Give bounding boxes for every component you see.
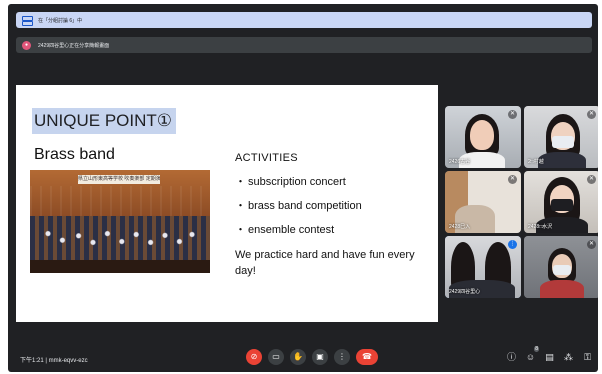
info-icon[interactable]: ⓘ <box>506 352 517 363</box>
participant-tile[interactable]: ✕ 2□村越 <box>524 106 598 168</box>
photo-stage-banner: 県立山形東高等学校 吹奏楽部 定期演奏会 <box>78 175 160 184</box>
pinned-banner-text: 在「分組討論 6」中 <box>38 17 83 24</box>
pinned-banner[interactable]: 在「分組討論 6」中 <box>16 12 592 28</box>
people-icon[interactable]: ☺ 8 <box>525 346 539 363</box>
participant-name: 2429四谷里心 <box>449 289 481 295</box>
photo-band-members <box>30 216 210 260</box>
side-tools: ⓘ ☺ 8 ▤ ⁂ ⚿ <box>506 346 593 363</box>
host-controls-icon[interactable]: ⚿ <box>582 352 593 363</box>
participant-tile[interactable]: ✕ <box>524 236 598 298</box>
participant-grid: ✕ 2426古谷 ✕ 2□村越 ✕ 2428巳入 ✕ 2428□水沢 ⋮ 242… <box>445 106 598 306</box>
meeting-info: 下午1:21 | mmk-eqvv-ezc <box>20 355 88 364</box>
present-icon[interactable]: ▣ <box>312 349 328 365</box>
mic-off-icon: ✕ <box>587 240 596 249</box>
participant-name: 2□村越 <box>528 159 544 165</box>
brass-band-concert-photo: 県立山形東高等学校 吹奏楽部 定期演奏会 <box>30 170 210 273</box>
participant-name: 2428□水沢 <box>528 224 553 230</box>
speaking-indicator-icon: ⋮ <box>508 240 517 249</box>
activity-item: brass band competition <box>235 199 362 223</box>
participant-mask <box>552 136 574 148</box>
participant-mask <box>553 265 571 275</box>
more-options-icon[interactable]: ⋮ <box>334 349 350 365</box>
call-controls: ⊘ ▭ ✋ ▣ ⋮ ☎ <box>246 349 378 365</box>
end-call-icon[interactable]: ☎ <box>356 349 378 365</box>
meet-window: 在「分組討論 6」中 ● 2429四谷里心正在分享簡報畫面 UNIQUE POI… <box>8 4 598 372</box>
slide-title: UNIQUE POINT① <box>32 108 177 134</box>
participant-tile-active-speaker[interactable]: ⋮ 2429四谷里心 <box>445 236 521 298</box>
mic-off-icon: ✕ <box>508 110 517 119</box>
mic-off-icon[interactable]: ⊘ <box>246 349 262 365</box>
presenting-banner-text: 2429四谷里心正在分享簡報畫面 <box>38 42 110 49</box>
people-count-badge: 8 <box>534 346 539 352</box>
footer-separator: | <box>45 358 47 364</box>
slide-note: We practice hard and have fun every day! <box>235 249 415 277</box>
participant-name: 2428巳入 <box>449 224 471 230</box>
participant-body <box>538 152 586 168</box>
camera-icon[interactable]: ▭ <box>268 349 284 365</box>
activities-list: subscription concert brass band competit… <box>235 175 362 247</box>
photo-stage-wall <box>30 186 210 216</box>
participant-body <box>540 280 584 298</box>
chat-icon[interactable]: ▤ <box>544 352 555 363</box>
participant-face <box>470 120 494 150</box>
raise-hand-icon[interactable]: ✋ <box>290 349 306 365</box>
participant-mask <box>551 199 573 211</box>
activities-icon[interactable]: ⁂ <box>563 352 574 363</box>
presenter-avatar: ● <box>22 40 31 50</box>
mic-off-icon: ✕ <box>587 110 596 119</box>
shared-slide: UNIQUE POINT① Brass band 県立山形東高等学校 吹奏楽部 … <box>16 85 438 322</box>
participant-tile[interactable]: ✕ 2426古谷 <box>445 106 521 168</box>
mic-off-icon: ✕ <box>508 175 517 184</box>
participant-name: 2426古谷 <box>449 159 471 165</box>
presenting-banner[interactable]: ● 2429四谷里心正在分享簡報畫面 <box>16 37 592 53</box>
photo-stage-floor <box>30 260 210 273</box>
activity-item: subscription concert <box>235 175 362 199</box>
meeting-code[interactable]: mmk-eqvv-ezc <box>49 358 88 364</box>
current-time: 下午1:21 <box>20 358 44 364</box>
slide-subtitle: Brass band <box>34 146 115 163</box>
participant-tile[interactable]: ✕ 2428□水沢 <box>524 171 598 233</box>
mic-off-icon: ✕ <box>587 175 596 184</box>
activity-item: ensemble contest <box>235 223 362 247</box>
activities-heading: ACTIVITIES <box>235 152 298 164</box>
pin-icon <box>22 16 33 26</box>
participant-tile[interactable]: ✕ 2428巳入 <box>445 171 521 233</box>
